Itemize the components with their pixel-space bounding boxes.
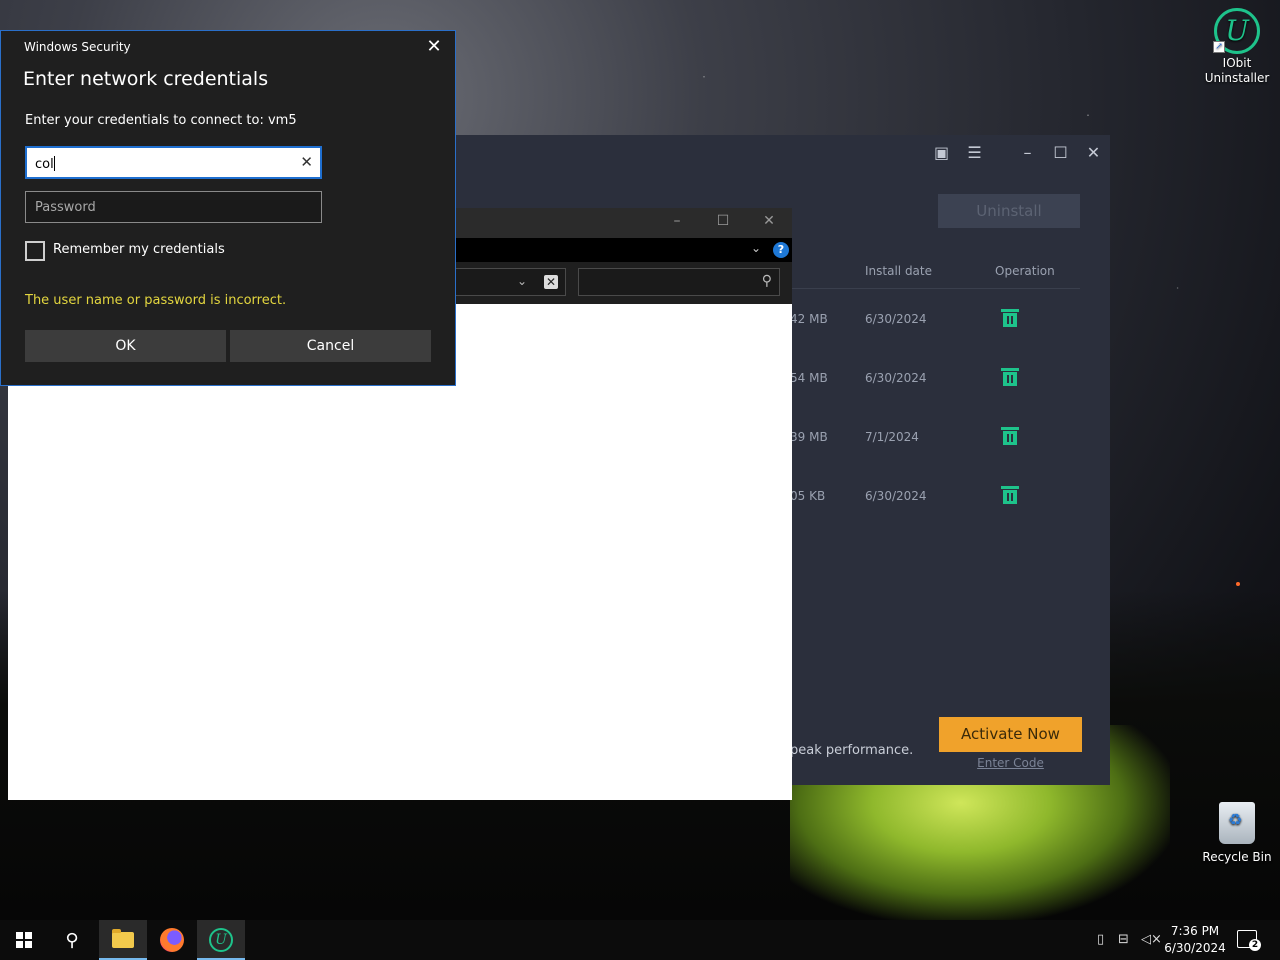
- trash-icon[interactable]: [1001, 368, 1019, 386]
- briefcase-icon[interactable]: ▣: [925, 143, 958, 162]
- search-button[interactable]: ⚲: [48, 920, 96, 960]
- desktop-icon-label: Uninstaller: [1204, 71, 1270, 85]
- hamburger-menu-icon[interactable]: ☰: [958, 143, 991, 162]
- activate-now-button[interactable]: Activate Now: [939, 717, 1082, 752]
- row-install-date: 6/30/2024: [865, 489, 927, 503]
- usb-device-icon[interactable]: ▯: [1097, 932, 1104, 947]
- start-button[interactable]: [0, 920, 48, 960]
- taskbar-file-explorer[interactable]: [99, 920, 147, 960]
- enter-code-link[interactable]: Enter Code: [939, 756, 1082, 770]
- dialog-prompt: Enter your credentials to connect to: vm…: [25, 113, 297, 128]
- username-input[interactable]: col ✕: [25, 146, 322, 179]
- iobit-titlebar: ▣ ☰ – ☐ ✕: [925, 135, 1110, 169]
- dialog-app-title: Windows Security: [24, 40, 131, 54]
- row-install-date: 6/30/2024: [865, 312, 927, 326]
- row-size: 39 MB: [790, 430, 828, 444]
- firefox-icon: [160, 928, 184, 952]
- folder-icon: [112, 929, 134, 948]
- desktop-icon-recycle-bin[interactable]: Recycle Bin: [1201, 802, 1273, 865]
- close-button[interactable]: ✕: [746, 213, 792, 229]
- username-value: col: [35, 156, 55, 172]
- clock-time: 7:36 PM: [1170, 924, 1220, 938]
- column-header-install-date[interactable]: Install date: [865, 264, 932, 278]
- error-message: The user name or password is incorrect.: [25, 293, 287, 308]
- clear-address-icon[interactable]: ✕: [544, 275, 558, 289]
- cancel-button[interactable]: Cancel: [230, 330, 431, 362]
- windows-logo-icon: [16, 932, 32, 948]
- taskbar-iobit-uninstaller[interactable]: U: [197, 920, 245, 960]
- promo-text: peak performance.: [790, 743, 914, 758]
- column-header-operation: Operation: [995, 264, 1055, 278]
- clear-input-icon[interactable]: ✕: [300, 153, 313, 171]
- volume-muted-icon[interactable]: ◁×: [1141, 932, 1162, 947]
- recycle-bin-icon: [1219, 802, 1255, 844]
- taskbar-clock[interactable]: 7:36 PM 6/30/2024: [1160, 923, 1230, 957]
- text-caret: [53, 156, 55, 171]
- password-placeholder: Password: [35, 200, 96, 215]
- trash-icon[interactable]: [1001, 486, 1019, 504]
- taskbar: ⚲ U ▯ ⊟ ◁× 7:36 PM 6/30/2024 2: [0, 920, 1280, 960]
- row-install-date: 6/30/2024: [865, 371, 927, 385]
- password-input[interactable]: Password: [25, 191, 322, 223]
- minimize-button[interactable]: –: [1011, 143, 1044, 162]
- row-size: 42 MB: [790, 312, 828, 326]
- row-size: 54 MB: [790, 371, 828, 385]
- desktop-icon-label: Recycle Bin: [1202, 850, 1272, 864]
- windows-security-dialog: Windows Security ✕ Enter network credent…: [0, 30, 456, 386]
- maximize-button[interactable]: ☐: [700, 213, 746, 229]
- header-divider: [792, 288, 1080, 289]
- remember-credentials-checkbox[interactable]: [25, 241, 45, 261]
- remember-credentials-label[interactable]: Remember my credentials: [53, 242, 225, 257]
- search-icon: ⚲: [65, 929, 79, 951]
- minimize-button[interactable]: –: [654, 213, 700, 229]
- uninstall-button[interactable]: Uninstall: [938, 194, 1080, 228]
- address-bar[interactable]: ⌄ ✕: [448, 268, 566, 296]
- clock-date: 6/30/2024: [1164, 941, 1226, 955]
- dialog-heading: Enter network credentials: [23, 68, 269, 90]
- trash-icon[interactable]: [1001, 309, 1019, 327]
- close-button[interactable]: ✕: [1077, 143, 1110, 162]
- maximize-button[interactable]: ☐: [1044, 143, 1077, 162]
- expand-ribbon-chevron-icon[interactable]: ⌄: [751, 241, 761, 255]
- row-install-date: 7/1/2024: [865, 430, 919, 444]
- shortcut-arrow-icon: ↗: [1213, 41, 1225, 53]
- network-icon[interactable]: ⊟: [1118, 932, 1129, 947]
- notification-count-badge: 2: [1249, 939, 1261, 951]
- ok-button[interactable]: OK: [25, 330, 226, 362]
- trash-icon[interactable]: [1001, 427, 1019, 445]
- desktop-wallpaper-light: [1236, 582, 1240, 586]
- iobit-logo-icon: U ↗: [1213, 8, 1260, 54]
- iobit-icon: U: [209, 928, 233, 952]
- desktop-icon-label: IObit: [1222, 56, 1252, 70]
- row-size: 05 KB: [790, 489, 826, 503]
- taskbar-firefox[interactable]: [148, 920, 196, 960]
- search-icon: ⚲: [761, 273, 772, 289]
- help-icon[interactable]: ?: [773, 242, 789, 258]
- notification-center-icon[interactable]: 2: [1237, 930, 1261, 951]
- search-input[interactable]: ⚲: [578, 268, 780, 296]
- close-icon[interactable]: ✕: [423, 36, 445, 57]
- desktop-icon-iobit-uninstaller[interactable]: U ↗ IObit Uninstaller: [1201, 8, 1273, 86]
- chevron-down-icon[interactable]: ⌄: [517, 274, 527, 288]
